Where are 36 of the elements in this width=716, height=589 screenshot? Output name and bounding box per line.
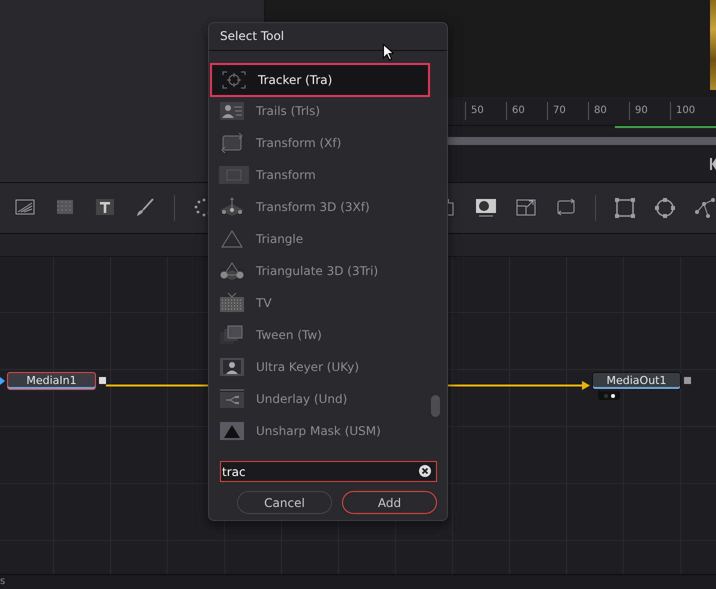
node-tile[interactable]: MediaOut1 <box>592 372 681 390</box>
ruler-tick-label: 70 <box>547 102 588 120</box>
search-field[interactable]: trac <box>220 461 437 482</box>
tool-list-item[interactable]: Ultra Keyer (UKy) <box>209 351 430 383</box>
frame-icon <box>219 165 249 185</box>
ruler-tick-label: 90 <box>629 102 670 120</box>
tool-list-item[interactable]: Triangulate 3D (3Tri) <box>209 255 430 287</box>
cancel-button[interactable]: Cancel <box>237 491 332 514</box>
rectangle-mask-icon[interactable] <box>614 197 636 219</box>
input-arrow-icon <box>0 377 5 385</box>
tool-list-item[interactable]: Transform (Xf) <box>209 127 430 159</box>
scrollbar-thumb[interactable] <box>431 395 440 417</box>
mouse-cursor-icon <box>383 44 394 61</box>
matte-control-icon[interactable] <box>475 197 498 219</box>
ruler-tick-label: 60 <box>506 102 547 120</box>
dialog-title: Select Tool <box>220 28 284 44</box>
clear-icon[interactable] <box>419 465 431 477</box>
tool-list-item[interactable]: Transform 3D (3Xf) <box>209 191 430 223</box>
skip-to-start-icon[interactable] <box>710 158 716 170</box>
tool-list-item[interactable]: Transform <box>209 159 430 191</box>
ruler-tick-label: 80 <box>588 102 629 120</box>
tool-list-item[interactable]: Tween (Tw) <box>209 319 430 351</box>
add-button[interactable]: Add <box>342 491 437 514</box>
ruler-tick-label: 50 <box>465 102 506 120</box>
tool-list-item[interactable]: Unsharp Mask (USM) <box>209 415 430 447</box>
node-visibility-buttons[interactable] <box>598 391 620 400</box>
ellipse-mask-icon[interactable] <box>654 197 676 219</box>
tool-list-item[interactable]: TV <box>209 287 430 319</box>
tool-list-item[interactable]: Triangle <box>209 223 430 255</box>
node-tile[interactable]: MediaIn1 <box>7 372 96 390</box>
ruler-tick-label: 100 <box>670 102 711 120</box>
status-text: s <box>0 576 6 587</box>
tool-list-item[interactable]: Underlay (Und) <box>209 383 430 415</box>
polygon-mask-icon[interactable] <box>694 197 716 219</box>
paint-brush-icon[interactable] <box>134 197 156 219</box>
tool-list-item[interactable]: Tracker (Tra) <box>210 63 430 97</box>
